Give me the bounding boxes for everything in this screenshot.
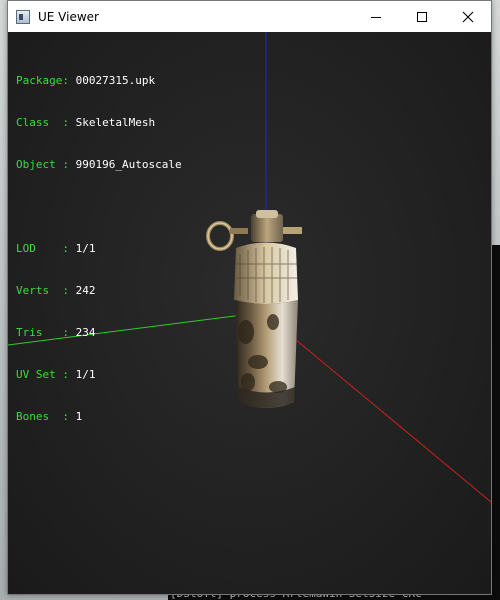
info-uvset-label: UV Set : [16, 368, 76, 381]
info-bones-row: Bones : 1 [16, 410, 182, 424]
grenade-mesh [206, 210, 302, 408]
info-package-label: Package: [16, 74, 76, 87]
info-tris-value: 234 [75, 326, 96, 339]
info-lod-value: 1/1 [75, 242, 96, 255]
info-package-value: 00027315.upk [75, 74, 156, 87]
info-tris-label: Tris : [16, 326, 76, 339]
window-title: UE Viewer [38, 9, 99, 24]
app-window-icon[interactable] [16, 9, 30, 24]
info-verts-row: Verts : 242 [16, 284, 182, 298]
info-lod-row: LOD : 1/1 [16, 242, 182, 256]
info-lod-label: LOD : [16, 242, 76, 255]
ue-viewer-window[interactable]: UE Viewer Package: 00027315.upk Class: … [7, 0, 492, 595]
maximize-button[interactable] [399, 1, 445, 32]
maximize-icon [417, 11, 427, 22]
info-object-value: 990196_Autoscale [75, 158, 182, 171]
axis-x-line [265, 314, 491, 503]
info-class-value: SkeletalMesh [75, 116, 156, 129]
info-object-row: Object : 990196_Autoscale [16, 158, 182, 172]
caption-buttons [353, 1, 491, 32]
info-uvset-row: UV Set : 1/1 [16, 368, 182, 382]
mesh-info-overlay: Package: 00027315.upk Class : SkeletalMe… [16, 46, 182, 452]
title-bar[interactable]: UE Viewer [8, 1, 491, 32]
close-button[interactable] [445, 1, 491, 32]
info-bones-label: Bones : [16, 410, 76, 423]
info-verts-label: Verts : [16, 284, 76, 297]
info-package-row: Package: 00027315.upk [16, 74, 182, 88]
info-class-row: Class : SkeletalMesh [16, 116, 182, 130]
info-class-label: Class : [16, 116, 76, 129]
info-bones-value: 1 [75, 410, 83, 423]
info-verts-value: 242 [75, 284, 96, 297]
info-object-label: Object : [16, 158, 76, 171]
minimize-icon [371, 16, 381, 18]
info-tris-row: Tris : 234 [16, 326, 182, 340]
minimize-button[interactable] [353, 1, 399, 32]
close-icon [462, 11, 474, 22]
3d-viewport[interactable]: Package: 00027315.upk Class : SkeletalMe… [8, 32, 491, 594]
info-uvset-value: 1/1 [75, 368, 96, 381]
